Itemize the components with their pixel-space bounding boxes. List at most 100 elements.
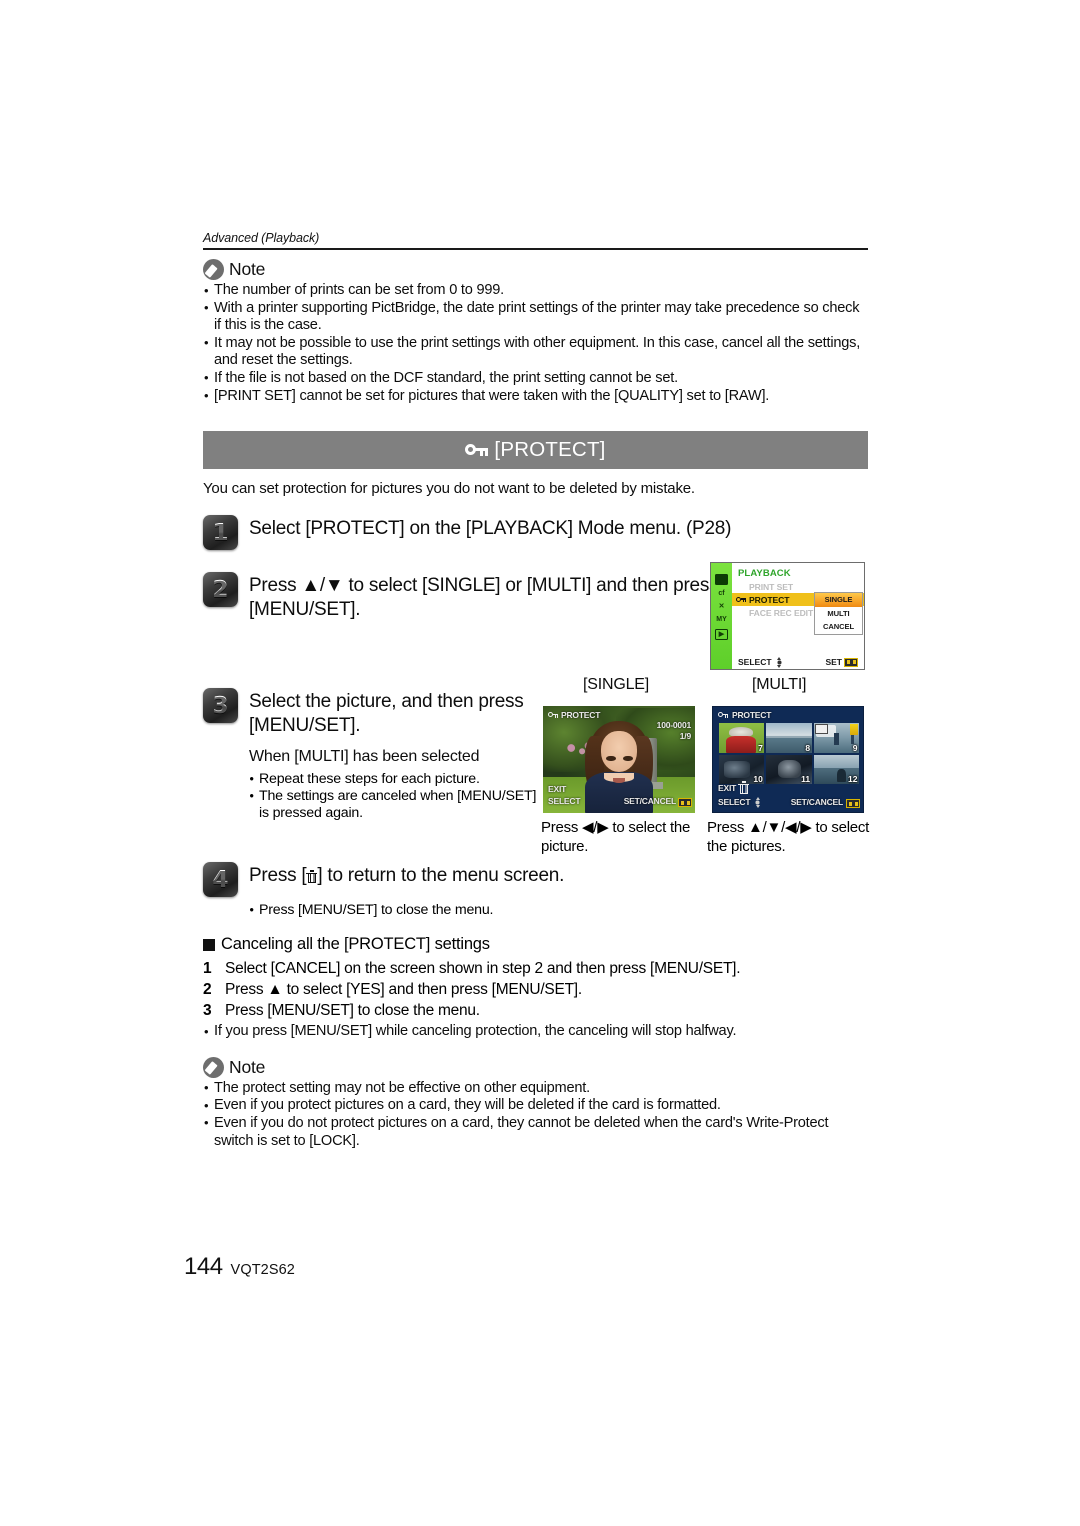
cancel-step-text: Press [MENU/SET] to close the menu. (225, 1002, 480, 1020)
step-text-1: Select [PROTECT] on the [PLAYBACK] Mode … (249, 518, 732, 540)
step-badge-4: 4 (203, 862, 238, 898)
multi-protect-overlay: PROTECT (718, 710, 771, 720)
step-3-bullet: Repeat these steps for each picture. (249, 771, 549, 788)
step-4: 4 Press [ ] to return to the menu screen. (203, 862, 868, 898)
cancel-section-heading: Canceling all the [PROTECT] settings (203, 935, 868, 954)
step-3-bullets: Repeat these steps for each picture. The… (249, 771, 549, 822)
step-4-text-after: ] to return to the menu screen. (317, 865, 565, 887)
set-button-icon (844, 657, 858, 667)
submenu-item-single[interactable]: SINGLE (815, 593, 862, 607)
lcd-screenshot-multi: PROTECT 7 8 9 10 11 12 EXIT SELECT SET/C… (712, 706, 864, 813)
cancel-steps: 1 Select [CANCEL] on the screen shown in … (203, 958, 868, 1021)
selection-mark-icon (849, 724, 858, 735)
step-text-3: Select the picture, and then press [MENU… (249, 691, 524, 737)
step-badge-3: 3 (203, 688, 238, 724)
note-label-bottom: Note (229, 1056, 266, 1077)
multi-select-label: SELECT (718, 797, 751, 807)
single-protect-overlay: PROTECT (548, 710, 600, 720)
camera-icon (715, 574, 728, 585)
lock-icon (814, 724, 828, 734)
note-bullet: [PRINT SET] cannot be set for pictures t… (203, 387, 868, 406)
clock-icon: cf (718, 590, 725, 597)
submenu-item-multi[interactable]: MULTI (815, 607, 862, 621)
pencil-note-icon (203, 1056, 224, 1078)
thumbnail[interactable]: 12 (813, 754, 859, 784)
menu-item-label: PROTECT (749, 594, 790, 605)
thumbnail[interactable]: 11 (766, 754, 812, 784)
cancel-step-text: Select [CANCEL] on the screen shown in s… (225, 960, 741, 978)
note-bullet: The protect setting may not be effective… (203, 1079, 868, 1098)
note-bullet: Even if you do not protect pictures on a… (203, 1114, 868, 1150)
step-text-2: Press ▲/▼ to select [SINGLE] or [MULTI] … (249, 575, 719, 621)
note-bullets-bottom: The protect setting may not be effective… (203, 1079, 868, 1150)
thumbnail[interactable]: 10 (719, 754, 765, 784)
page-footer: 144 VQT2S62 (184, 1253, 295, 1281)
single-exit-label: EXIT (548, 784, 567, 794)
thumbnail-number: 8 (805, 742, 811, 753)
set-button-icon (846, 799, 860, 808)
playback-menu-screenshot: cf ✕ MY ▶ PLAYBACK PRINT SET PROTECT FAC… (710, 562, 865, 670)
menu-footer-select-label: SELECT (738, 657, 772, 667)
cursor-pad-icon (774, 656, 784, 668)
step-text-4: Press [ ] to return to the menu screen. (249, 862, 564, 888)
menu-item-label: PRINT SET (749, 581, 793, 592)
single-counter: 1/9 (679, 731, 691, 741)
section-title: [PROTECT] (494, 438, 606, 462)
note-bullet: The number of prints can be set from 0 t… (203, 282, 868, 300)
cancel-step: 2 Press ▲ to select [YES] and then press … (203, 979, 868, 1000)
cancel-step-number: 1 (203, 960, 212, 978)
key-icon (736, 595, 747, 604)
menu-body: PLAYBACK PRINT SET PROTECT FACE REC EDIT… (732, 563, 864, 669)
cancel-step: 3 Press [MENU/SET] to close the menu. (203, 1000, 868, 1021)
note-bullet: If the file is not based on the DCF stan… (203, 369, 868, 388)
set-button-icon (678, 798, 692, 807)
key-icon (548, 711, 559, 720)
face-icon (736, 608, 746, 617)
single-select-label: SELECT (548, 796, 581, 806)
protect-submenu: SINGLE MULTI CANCEL (814, 592, 863, 635)
thumbnail-number: 12 (848, 774, 858, 784)
cancel-step-number: 3 (203, 1002, 212, 1020)
lcd-screenshot-single: PROTECT 100-0001 1/9 EXIT SELECT SET/CAN… (543, 706, 695, 813)
thumbnail[interactable]: 7 (719, 723, 765, 753)
step-4-bullets: Press [MENU/SET] to close the menu. (249, 902, 868, 919)
running-head: Advanced (Playback) (203, 231, 320, 245)
multi-overlay-title: PROTECT (732, 710, 772, 720)
trash-icon (306, 870, 318, 884)
menu-item-label: FACE REC EDIT (749, 607, 814, 618)
menu-footer-set-label: SET (825, 657, 842, 667)
menu-footer: SELECT SET (732, 656, 864, 668)
print-icon (736, 582, 746, 591)
trash-icon (738, 781, 750, 794)
cancel-step-number: 2 (203, 981, 212, 999)
step-4-text-before: Press [ (249, 865, 307, 887)
single-overlay-title: PROTECT (561, 710, 601, 720)
thumbnail-number: 9 (852, 742, 858, 753)
cancel-step: 1 Select [CANCEL] on the screen shown in … (203, 958, 868, 979)
note-bullets-top: The number of prints can be set from 0 t… (203, 282, 868, 405)
lcd-label-single: [SINGLE] (583, 676, 649, 693)
step-3-bullet: The settings are canceled when [MENU/SET… (249, 788, 549, 822)
multi-select-row: SELECT (718, 796, 763, 808)
cancel-note-bullet: If you press [MENU/SET] while canceling … (203, 1023, 868, 1041)
cancel-step-text: Press ▲ to select [YES] and then press [… (225, 981, 582, 999)
submenu-item-cancel[interactable]: CANCEL (815, 620, 862, 634)
step-4-bullet: Press [MENU/SET] to close the menu. (249, 902, 868, 919)
manual-page: Advanced (Playback) Note The number of p… (0, 0, 1080, 1526)
note-bullet: With a printer supporting PictBridge, th… (203, 299, 868, 335)
pencil-note-icon (203, 259, 224, 280)
thumbnail[interactable]: 8 (766, 723, 812, 753)
note-label-top: Note (229, 259, 266, 279)
section-intro: You can set protection for pictures you … (203, 480, 695, 498)
single-file-number: 100-0001 (656, 720, 692, 730)
step-badge-1: 1 (203, 515, 238, 551)
step-1: 1 Select [PROTECT] on the [PLAYBACK] Mod… (203, 515, 868, 551)
square-bullet-icon (203, 938, 215, 951)
multi-exit-row: EXIT (718, 781, 750, 794)
lcd-label-multi: [MULTI] (752, 676, 807, 693)
thumbnail[interactable]: 9 (813, 723, 859, 753)
lcd-caption-multi: Press ▲/▼/◀/▶ to select the pictures. (707, 819, 870, 855)
page-number: 144 (184, 1253, 223, 1280)
step-badge-2: 2 (203, 572, 238, 608)
thumbnail-number: 7 (758, 742, 763, 753)
